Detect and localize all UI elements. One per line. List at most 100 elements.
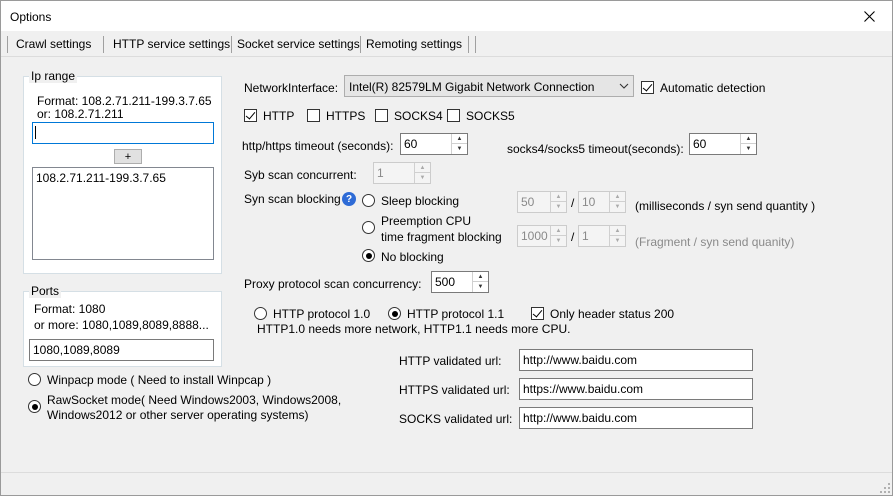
sleep-blocking-radio[interactable] [362, 194, 375, 207]
socks5-checkbox[interactable] [447, 109, 460, 122]
preempt-fragment-stepper[interactable]: 1000 ▲ ▼ [517, 225, 567, 247]
syn-blocking-label: Syn scan blocking [244, 192, 341, 206]
sleep-ms-stepper[interactable]: 50 ▲ ▼ [517, 191, 567, 213]
preemption-label: Preemption CPU [381, 214, 472, 228]
only-header-status-200-checkbox[interactable] [531, 307, 544, 320]
syn-concurrent-stepper[interactable]: 1 ▲ ▼ [373, 162, 431, 184]
http-timeout-stepper[interactable]: 60 ▲ ▼ [400, 133, 468, 155]
ip-range-list[interactable]: 108.2.71.211-199.3.7.65 [32, 167, 214, 260]
spin-down-icon[interactable]: ▼ [610, 202, 625, 212]
menu-socket-service-settings[interactable]: Socket service settings [237, 37, 360, 51]
https-validated-url-input[interactable]: https://www.baidu.com [519, 378, 753, 400]
close-icon [863, 10, 875, 22]
menu-separator [103, 36, 104, 53]
syn-concurrent-value: 1 [377, 166, 384, 180]
https-checkbox-label: HTTPS [326, 109, 366, 123]
menu-separator [475, 36, 476, 53]
ip-range-input[interactable] [32, 122, 214, 144]
sleep-blocking-label: Sleep blocking [381, 194, 460, 208]
http-protocol-10-label: HTTP protocol 1.0 [273, 307, 371, 321]
rawsocket-mode-radio[interactable] [28, 400, 41, 413]
title-bar: Options [1, 1, 892, 31]
http-checkbox-label: HTTP [263, 109, 295, 123]
http-protocol-11-radio[interactable] [388, 307, 401, 320]
spin-up-icon[interactable]: ▲ [452, 134, 467, 144]
preemption-label-cont: time fragment blocking [381, 230, 502, 244]
http-timeout-value: 60 [404, 137, 418, 151]
settings-menu-bar: Crawl settings HTTP service settings Soc… [1, 31, 892, 57]
spin-down-icon[interactable]: ▼ [551, 236, 566, 246]
spin-up-icon[interactable]: ▲ [551, 192, 566, 202]
network-interface-label: NetworkInterface: [244, 81, 339, 95]
rawsocket-mode-label: RawSocket mode( Need Windows2003, Window… [47, 393, 342, 407]
spin-up-icon[interactable]: ▲ [551, 226, 566, 236]
proxy-concurrency-label: Proxy protocol scan concurrency: [244, 277, 422, 291]
socks5-checkbox-label: SOCKS5 [466, 109, 515, 123]
menu-separator [468, 36, 469, 53]
spin-up-icon[interactable]: ▲ [741, 134, 756, 144]
proxy-concurrency-value: 500 [435, 275, 456, 289]
text-cursor [35, 126, 36, 139]
add-ip-range-button[interactable]: + [114, 149, 142, 164]
http-protocol-note: HTTP1.0 needs more network, HTTP1.1 need… [257, 322, 571, 336]
http-protocol-11-label: HTTP protocol 1.1 [407, 307, 505, 321]
preempt-hint: (Fragment / syn send quanity) [635, 235, 795, 249]
socks-timeout-label: socks4/socks5 timeout(seconds): [507, 142, 684, 156]
proxy-concurrency-stepper[interactable]: 500 ▲ ▼ [431, 271, 489, 293]
http-checkbox[interactable] [244, 109, 257, 122]
socks-timeout-stepper[interactable]: 60 ▲ ▼ [689, 133, 757, 155]
ip-format-hint-alt: or: 108.2.71.211 [37, 107, 124, 121]
https-checkbox[interactable] [307, 109, 320, 122]
help-icon[interactable]: ? [342, 192, 356, 206]
syn-concurrent-label: Syb scan concurrent: [244, 168, 357, 182]
spin-up-icon[interactable]: ▲ [610, 192, 625, 202]
ports-format-hint: Format: 1080 [34, 302, 106, 316]
preempt-slash: / [571, 230, 575, 244]
automatic-detection-label: Automatic detection [660, 81, 766, 95]
preempt-fragment-value: 1000 [521, 229, 548, 243]
automatic-detection-checkbox[interactable] [641, 81, 654, 94]
window-title: Options [10, 10, 52, 24]
winpcap-mode-label: Winpacp mode ( Need to install Winpcap ) [47, 373, 272, 387]
socks4-checkbox[interactable] [375, 109, 388, 122]
spin-up-icon[interactable]: ▲ [473, 272, 488, 282]
preempt-quantity-stepper[interactable]: 1 ▲ ▼ [578, 225, 626, 247]
spin-down-icon[interactable]: ▼ [415, 173, 430, 183]
sleep-qty-stepper[interactable]: 10 ▲ ▼ [578, 191, 626, 213]
menu-separator [360, 36, 361, 53]
preempt-quantity-value: 1 [582, 229, 589, 243]
ip-range-label: Ip range [29, 69, 78, 83]
http-protocol-10-radio[interactable] [254, 307, 267, 320]
spin-down-icon[interactable]: ▼ [551, 202, 566, 212]
ports-format-hint-alt: or more: 1080,1089,8089,8888... [34, 318, 209, 332]
spin-up-icon[interactable]: ▲ [610, 226, 625, 236]
socks-validated-url-label: SOCKS validated url: [399, 412, 513, 426]
network-interface-select[interactable]: Intel(R) 82579LM Gigabit Network Connect… [344, 75, 634, 97]
winpcap-mode-radio[interactable] [28, 373, 41, 386]
socks-validated-url-input[interactable]: http://www.baidu.com [519, 407, 753, 429]
chevron-down-icon [619, 83, 629, 89]
socks-timeout-value: 60 [693, 137, 707, 151]
spin-down-icon[interactable]: ▼ [610, 236, 625, 246]
menu-http-service-settings[interactable]: HTTP service settings [113, 37, 230, 51]
spin-down-icon[interactable]: ▼ [741, 144, 756, 154]
sleep-qty-value: 10 [582, 195, 596, 209]
resize-grip-icon[interactable] [880, 483, 890, 493]
close-button[interactable] [846, 1, 892, 31]
menu-crawl-settings[interactable]: Crawl settings [16, 37, 91, 51]
ip-format-hint: Format: 108.2.71.211-199.3.7.65 [37, 94, 212, 108]
http-validated-url-input[interactable]: http://www.baidu.com [519, 349, 753, 371]
sleep-ms-value: 50 [521, 195, 535, 209]
preemption-blocking-radio[interactable] [362, 221, 375, 234]
spin-down-icon[interactable]: ▼ [473, 282, 488, 292]
menu-remoting-settings[interactable]: Remoting settings [366, 37, 462, 51]
spin-down-icon[interactable]: ▼ [452, 144, 467, 154]
status-bar [1, 472, 892, 495]
list-item[interactable]: 108.2.71.211-199.3.7.65 [36, 171, 210, 185]
menu-separator [7, 36, 8, 53]
sleep-slash: / [571, 196, 575, 210]
ports-input[interactable]: 1080,1089,8089 [29, 339, 214, 361]
options-window: Options Crawl settings HTTP service sett… [0, 0, 893, 496]
no-blocking-radio[interactable] [362, 249, 375, 262]
spin-up-icon[interactable]: ▲ [415, 163, 430, 173]
